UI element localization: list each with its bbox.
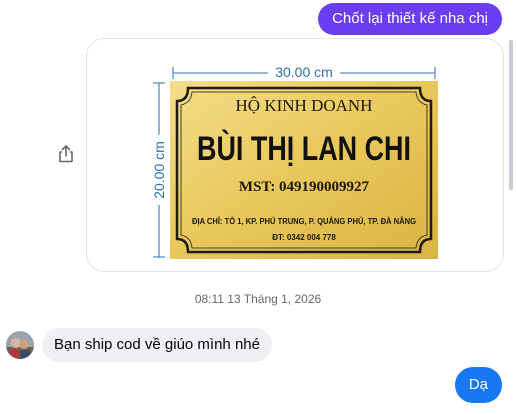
sign-plate: HỘ KINH DOANH BÙI THỊ LAN CHI MST: 04919… [170, 81, 438, 259]
outgoing-message-bubble[interactable]: Dạ [454, 367, 502, 403]
signboard-design: 30.00 cm 20.00 cm HỘ KINH DOANH BÙI THỊ … [149, 63, 438, 259]
avatar-image [6, 331, 34, 359]
attached-image[interactable]: 30.00 cm 20.00 cm HỘ KINH DOANH BÙI THỊ … [86, 38, 504, 272]
height-label: 20.00 cm [151, 141, 167, 199]
message-text: Chốt lại thiết kế nha chị [332, 10, 488, 27]
message-text: Bạn ship cod về giúo mình nhé [54, 336, 260, 353]
width-label: 30.00 cm [275, 64, 333, 80]
message-text: Dạ [468, 376, 488, 393]
sign-tax-id: MST: 049190009927 [239, 179, 370, 195]
scrollbar[interactable] [509, 40, 513, 190]
avatar[interactable] [6, 331, 34, 359]
width-dimension: 30.00 cm [172, 63, 436, 81]
share-icon [59, 145, 73, 163]
sign-line1: HỘ KINH DOANH [236, 96, 373, 115]
height-dimension: 20.00 cm [149, 82, 169, 258]
message-timestamp: 08:11 13 Tháng 1, 2026 [194, 292, 322, 306]
sign-address: ĐỊA CHỈ: TỔ 1, KP. PHÚ TRUNG, P. QUẢNG P… [192, 217, 416, 226]
incoming-message-bubble[interactable]: Bạn ship cod về giúo mình nhé [42, 328, 272, 362]
sign-phone: ĐT: 0342 004 778 [272, 233, 336, 242]
share-button[interactable] [55, 142, 77, 166]
outgoing-message-bubble[interactable]: Chốt lại thiết kế nha chị [318, 3, 502, 35]
sign-name: BÙI THỊ LAN CHI [197, 130, 411, 168]
